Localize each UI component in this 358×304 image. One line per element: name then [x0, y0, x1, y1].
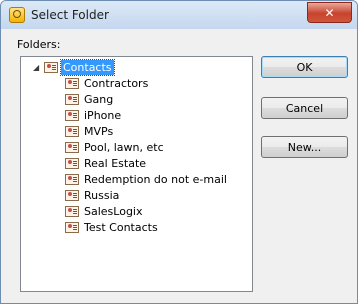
tree-node-label: Pool, lawn, etc [84, 140, 164, 154]
tree-node[interactable]: Russia [65, 187, 121, 203]
folders-label: Folders: [17, 38, 61, 51]
tree-node-label: Real Estate [84, 156, 147, 170]
cancel-button[interactable]: Cancel [261, 97, 348, 119]
new-folder-button[interactable]: New... [261, 136, 348, 158]
dialog-body: Folders: ◢ Contacts Contractors Gang iPh… [7, 30, 351, 296]
contact-folder-icon [65, 189, 79, 201]
contact-folder-icon [65, 109, 79, 121]
tree-node[interactable]: Contractors [65, 75, 150, 91]
close-button[interactable]: ✕ [307, 2, 352, 23]
tree-node[interactable]: Pool, lawn, etc [65, 139, 166, 155]
tree-node[interactable]: MVPs [65, 123, 115, 139]
tree-node-label: Test Contacts [84, 220, 158, 234]
tree-node[interactable]: Gang [65, 91, 115, 107]
tree-node-label: Gang [84, 92, 114, 106]
outlook-app-icon [9, 7, 25, 23]
tree-node[interactable]: Redemption do not e-mail [65, 171, 229, 187]
tree-node-label: MVPs [84, 124, 114, 138]
contact-folder-icon [65, 157, 79, 169]
contact-folder-icon [65, 173, 79, 185]
contact-folder-icon [65, 93, 79, 105]
tree-node-label: SalesLogix [84, 204, 143, 218]
contact-folder-icon [65, 141, 79, 153]
tree-node-label: Redemption do not e-mail [84, 172, 227, 186]
select-folder-dialog: Select Folder ✕ Folders: ◢ Contacts Cont… [0, 0, 358, 304]
contact-folder-icon [65, 221, 79, 233]
contact-folder-icon [65, 205, 79, 217]
tree-node[interactable]: iPhone [65, 107, 123, 123]
tree-node-label: Contacts [60, 58, 115, 76]
tree-node-label: iPhone [84, 108, 122, 122]
tree-node-label: Contractors [84, 76, 149, 90]
tree-node[interactable]: Real Estate [65, 155, 148, 171]
collapse-arrow-icon[interactable]: ◢ [33, 63, 39, 72]
contact-folder-icon [44, 61, 58, 73]
window-title: Select Folder [31, 8, 109, 22]
ok-button[interactable]: OK [261, 56, 348, 78]
folder-tree[interactable]: ◢ Contacts Contractors Gang iPhone MVPs [20, 56, 253, 292]
tree-node[interactable]: SalesLogix [65, 203, 145, 219]
contact-folder-icon [65, 77, 79, 89]
tree-node[interactable]: Test Contacts [65, 219, 160, 235]
tree-node-label: Russia [84, 188, 120, 202]
title-bar[interactable]: Select Folder ✕ [1, 1, 357, 29]
contact-folder-icon [65, 125, 79, 137]
tree-node-root[interactable]: Contacts [44, 58, 115, 76]
